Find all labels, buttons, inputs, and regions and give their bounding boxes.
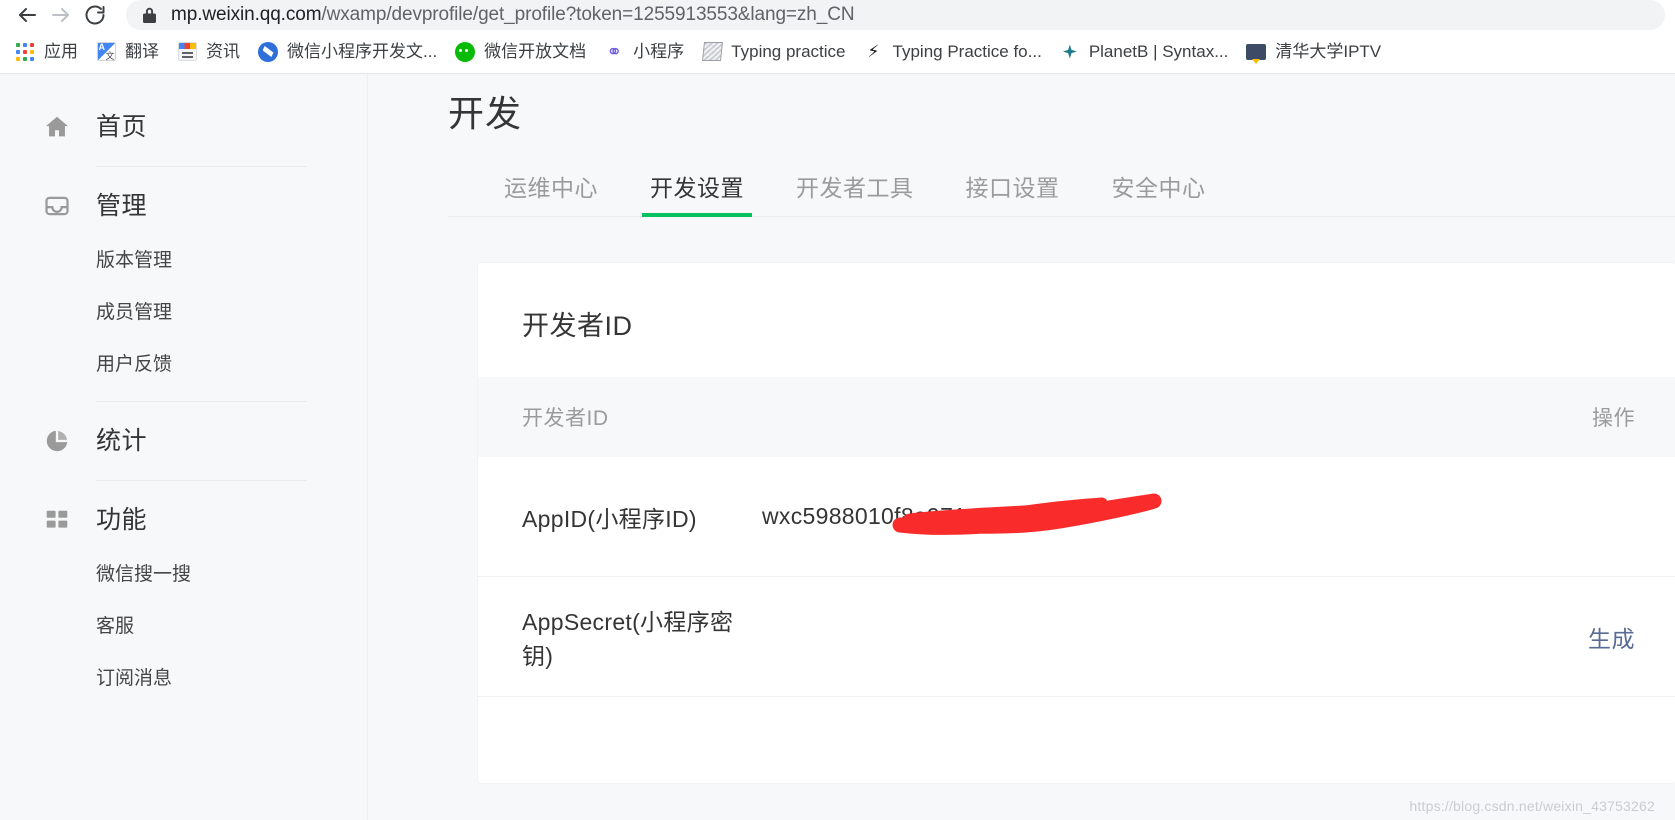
- tab-security-center[interactable]: 安全中心: [1086, 174, 1232, 216]
- apps-grid-icon: [15, 42, 35, 62]
- forward-button[interactable]: [44, 0, 78, 30]
- bookmark-label: 微信小程序开发文...: [287, 41, 438, 61]
- sidebar-item-statistics[interactable]: 统计: [0, 412, 367, 470]
- home-icon: [42, 112, 72, 142]
- table-row: AppSecret(小程序密钥) 生成: [478, 577, 1675, 697]
- bolt-icon: ⚡: [867, 41, 880, 61]
- sidebar-item-features[interactable]: 功能: [0, 491, 367, 549]
- planetb-icon: [1060, 42, 1080, 62]
- wechat-icon: [455, 41, 476, 62]
- bookmark-label: 微信开放文档: [484, 41, 587, 61]
- bookmark-planetb[interactable]: PlanetB | Syntax...: [1051, 36, 1238, 68]
- typing-practice-icon: [701, 42, 723, 62]
- address-bar[interactable]: mp.weixin.qq.com/wxamp/devprofile/get_pr…: [126, 0, 1665, 30]
- url-text: mp.weixin.qq.com/wxamp/devprofile/get_pr…: [171, 0, 855, 30]
- sidebar-label: 管理: [96, 192, 148, 220]
- generate-secret-link[interactable]: 生成: [1588, 620, 1635, 654]
- bookmark-miniprogram[interactable]: ⚭ 小程序: [595, 36, 693, 68]
- row-value-appid: wxc5988010f8e971: [762, 493, 1162, 535]
- main-content: 开发 运维中心 开发设置 开发者工具 接口设置 安全中心 开发者ID 开发者ID…: [368, 74, 1675, 820]
- bookmark-tsinghua-iptv[interactable]: 清华大学IPTV: [1237, 36, 1390, 68]
- google-translate-icon: [96, 42, 116, 62]
- bookmark-label: 翻译: [125, 41, 159, 61]
- page-body: 首页 管理 版本管理 成员管理 用户反馈 统计 功能 微信搜一搜 客服 订阅消息…: [0, 74, 1675, 820]
- bookmark-typing-practice-for[interactable]: ⚡ Typing Practice fo...: [855, 36, 1051, 68]
- bookmark-wechat-miniprogram-doc[interactable]: 微信小程序开发文...: [249, 36, 446, 68]
- developer-id-card: 开发者ID 开发者ID 操作 AppID(小程序ID) wxc5988010f8…: [478, 263, 1675, 783]
- watermark: https://blog.csdn.net/weixin_43753262: [1409, 798, 1655, 814]
- url-path: /wxamp/devprofile/get_profile?token=1255…: [321, 4, 855, 25]
- lock-icon: [142, 6, 157, 24]
- browser-chrome: mp.weixin.qq.com/wxamp/devprofile/get_pr…: [0, 0, 1675, 74]
- sidebar-item-user-feedback[interactable]: 用户反馈: [0, 339, 367, 391]
- grid-icon: [42, 505, 72, 535]
- sidebar-item-home[interactable]: 首页: [0, 98, 367, 156]
- sidebar-divider: [96, 480, 307, 481]
- bookmarks-bar: 应用 翻译 资讯 微信小程序开发文... 微信开放文档 ⚭ 小程序 Typing…: [0, 30, 1675, 74]
- bookmark-label: Typing practice: [731, 41, 846, 61]
- sidebar-label: 首页: [96, 113, 148, 141]
- mini-program-icon: ⚭: [606, 40, 623, 63]
- sidebar-divider: [96, 166, 307, 167]
- reload-button[interactable]: [78, 0, 112, 30]
- card-title: 开发者ID: [522, 311, 633, 341]
- bookmark-label: 小程序: [633, 41, 685, 61]
- bookmark-label: Typing Practice fo...: [892, 41, 1042, 61]
- column-header-developer-id: 开发者ID: [522, 407, 609, 430]
- back-button[interactable]: [10, 0, 44, 30]
- tab-dev-tools[interactable]: 开发者工具: [770, 174, 940, 216]
- table-header: 开发者ID 操作: [478, 377, 1675, 457]
- sidebar-item-subscribe-message[interactable]: 订阅消息: [0, 653, 367, 705]
- pie-chart-icon: [42, 426, 72, 456]
- page-title: 开发: [448, 93, 523, 134]
- bookmark-label: 清华大学IPTV: [1275, 41, 1382, 61]
- sidebar-item-version-manage[interactable]: 版本管理: [0, 235, 367, 287]
- browser-toolbar: mp.weixin.qq.com/wxamp/devprofile/get_pr…: [0, 0, 1675, 30]
- iptv-monitor-icon: [1246, 42, 1267, 64]
- sidebar: 首页 管理 版本管理 成员管理 用户反馈 统计 功能 微信搜一搜 客服 订阅消息: [0, 74, 368, 820]
- sidebar-item-member-manage[interactable]: 成员管理: [0, 287, 367, 339]
- bookmark-typing-practice[interactable]: Typing practice: [693, 36, 854, 68]
- bookmark-label: 应用: [44, 41, 78, 61]
- row-label-appid: AppID(小程序ID): [522, 505, 697, 532]
- tab-ops-center[interactable]: 运维中心: [478, 174, 624, 216]
- wechat-doc-icon: [258, 41, 278, 62]
- sidebar-label: 统计: [96, 427, 148, 455]
- bookmark-apps[interactable]: 应用: [6, 36, 87, 68]
- bookmark-translate[interactable]: 翻译: [87, 36, 168, 68]
- bookmark-wechat-open-doc[interactable]: 微信开放文档: [446, 36, 595, 68]
- sidebar-divider: [96, 401, 307, 402]
- google-news-icon: [177, 42, 197, 62]
- sidebar-label: 功能: [96, 506, 148, 534]
- sidebar-item-wechat-search[interactable]: 微信搜一搜: [0, 549, 367, 601]
- bookmark-label: 资讯: [206, 41, 240, 61]
- table-row: AppID(小程序ID) wxc5988010f8e971: [478, 457, 1675, 577]
- bookmark-news[interactable]: 资讯: [168, 36, 249, 68]
- row-label-appsecret: AppSecret(小程序密钥): [522, 608, 734, 669]
- column-header-action: 操作: [1592, 407, 1635, 430]
- tab-dev-settings[interactable]: 开发设置: [624, 174, 770, 217]
- url-host: mp.weixin.qq.com: [171, 4, 322, 25]
- tab-bar: 运维中心 开发设置 开发者工具 接口设置 安全中心: [448, 174, 1675, 217]
- sidebar-item-manage[interactable]: 管理: [0, 177, 367, 235]
- sidebar-item-customer-service[interactable]: 客服: [0, 601, 367, 653]
- bookmark-label: PlanetB | Syntax...: [1088, 41, 1229, 61]
- tab-interface-settings[interactable]: 接口设置: [940, 174, 1086, 216]
- inbox-icon: [42, 191, 72, 221]
- appid-text: wxc5988010f8e971: [762, 503, 967, 529]
